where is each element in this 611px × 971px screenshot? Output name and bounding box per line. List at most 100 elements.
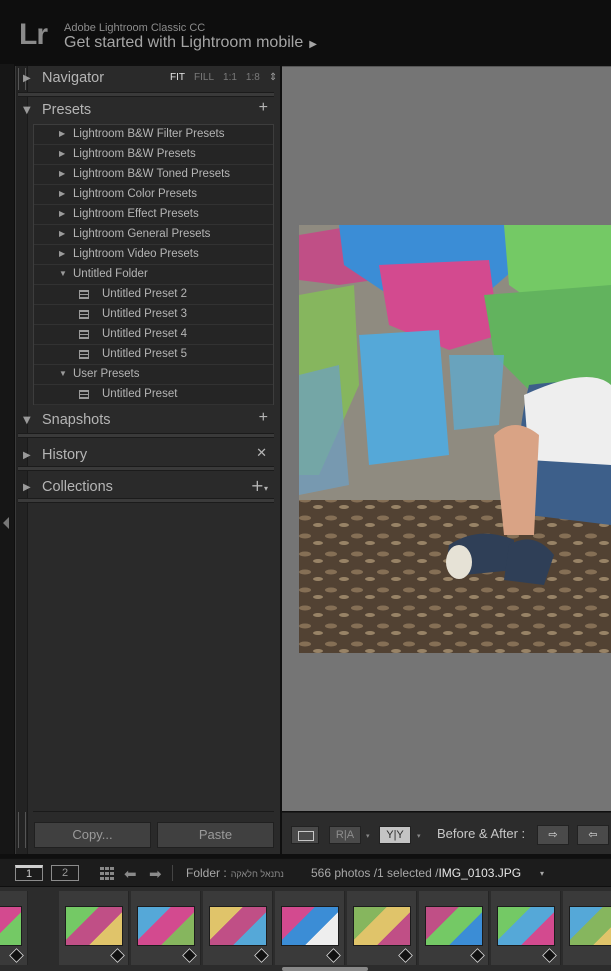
collapse-arrow-icon[interactable]: ▼ — [59, 369, 67, 378]
preset-item-label[interactable]: Untitled Preset 2 — [102, 288, 187, 300]
collapse-arrow-icon[interactable]: ▼ — [23, 415, 31, 426]
thumbnail-image[interactable] — [425, 906, 483, 946]
thumbnail-image[interactable] — [209, 906, 267, 946]
preset-item[interactable]: Untitled Preset — [34, 385, 273, 405]
expand-arrow-icon[interactable]: ▶ — [23, 450, 31, 461]
add-preset-icon[interactable]: + — [259, 99, 268, 117]
filmstrip-thumbnail[interactable] — [347, 891, 417, 965]
preset-folder[interactable]: ▶ Lightroom Effect Presets — [34, 205, 273, 225]
collapse-arrow-icon[interactable]: ▼ — [59, 269, 67, 278]
expand-arrow-icon[interactable]: ▶ — [59, 149, 65, 158]
history-title[interactable]: History — [42, 447, 87, 463]
copy-settings-button[interactable]: Copy... — [34, 822, 151, 848]
add-collection-icon[interactable]: +▾ — [251, 476, 268, 495]
preset-folder-label[interactable]: Lightroom B&W Presets — [73, 148, 196, 160]
preset-item-label[interactable]: Untitled Preset 3 — [102, 308, 187, 320]
preset-folder-label[interactable]: Lightroom General Presets — [73, 228, 210, 240]
collapse-arrow-icon[interactable]: ▼ — [23, 105, 31, 116]
main-photo[interactable] — [299, 225, 611, 653]
expand-arrow-icon[interactable]: ▶ — [59, 229, 65, 238]
filmstrip-thumbnail[interactable] — [59, 891, 129, 965]
expand-arrow-icon[interactable]: ▶ — [23, 73, 31, 84]
filmstrip-thumbnail[interactable] — [0, 891, 28, 965]
folder-name[interactable]: נתנאל חלאקה — [231, 869, 284, 879]
preset-item-label[interactable]: Untitled Preset — [102, 388, 177, 400]
preset-item[interactable]: Untitled Preset 2 — [34, 285, 273, 305]
add-collection-glyph[interactable]: + — [251, 476, 264, 495]
expand-arrow-icon[interactable]: ▶ — [59, 189, 65, 198]
dropdown-icon[interactable]: ▾ — [540, 869, 544, 878]
get-started-text[interactable]: Get started with Lightroom mobile — [64, 34, 303, 51]
paste-settings-button[interactable]: Paste — [157, 822, 274, 848]
filmstrip-thumbnail[interactable] — [203, 891, 273, 965]
expand-arrow-icon[interactable]: ▶ — [59, 129, 65, 138]
forward-arrow-icon[interactable]: ➡ — [149, 865, 162, 883]
preset-item[interactable]: Untitled Preset 3 — [34, 305, 273, 325]
back-arrow-icon[interactable]: ⬅ — [124, 865, 137, 883]
play-arrow-icon[interactable]: ▶ — [309, 39, 317, 50]
get-started-link[interactable]: Get started with Lightroom mobile ▶ — [64, 34, 317, 52]
preset-folder[interactable]: ▶ Lightroom B&W Toned Presets — [34, 165, 273, 185]
preset-folder[interactable]: ▶ Lightroom B&W Filter Presets — [34, 125, 273, 145]
filmstrip-thumbnail[interactable] — [491, 891, 561, 965]
preset-item[interactable]: Untitled Preset 4 — [34, 325, 273, 345]
expand-arrow-icon[interactable]: ▶ — [23, 482, 31, 493]
zoom-1-8[interactable]: 1:8 — [246, 72, 260, 83]
filmstrip-thumbnail[interactable] — [563, 891, 611, 965]
left-panel-edge[interactable] — [0, 64, 14, 854]
preset-folder[interactable]: ▶ Lightroom Color Presets — [34, 185, 273, 205]
copy-after-to-before-button[interactable]: ⇦ — [577, 825, 609, 845]
clear-history-icon[interactable]: ✕ — [256, 446, 267, 461]
navigator-header[interactable]: ▶ Navigator FIT FILL 1:1 1:8 ⇕ — [18, 66, 277, 92]
thumbnail-image[interactable] — [569, 906, 611, 946]
before-after-left-right-button[interactable]: R|A — [329, 826, 361, 844]
expand-arrow-icon[interactable]: ▶ — [59, 249, 65, 258]
thumbnail-image[interactable] — [281, 906, 339, 946]
secondary-monitor-button[interactable]: 2 — [51, 865, 79, 881]
source-folder-label[interactable]: Folder : נתנאל חלאקה — [186, 866, 284, 880]
filmstrip-thumbnail[interactable] — [131, 891, 201, 965]
filmstrip-thumbnail[interactable] — [419, 891, 489, 965]
dropdown-icon[interactable]: ▾ — [417, 832, 421, 840]
preset-folder[interactable]: ▼ User Presets — [34, 365, 273, 385]
navigator-title[interactable]: Navigator — [42, 70, 104, 86]
dropdown-icon[interactable]: ▾ — [264, 484, 268, 493]
expand-arrow-icon[interactable]: ▶ — [59, 169, 65, 178]
filmstrip-thumbnail[interactable] — [275, 891, 345, 965]
zoom-fill[interactable]: FILL — [194, 72, 214, 83]
selected-filename[interactable]: IMG_0103.JPG — [438, 866, 521, 880]
thumbnail-image[interactable] — [137, 906, 195, 946]
loupe-view-button[interactable] — [291, 826, 319, 844]
preset-folder-label[interactable]: User Presets — [73, 368, 139, 380]
thumbnail-image[interactable] — [497, 906, 555, 946]
preset-folder-label[interactable]: Lightroom Effect Presets — [73, 208, 199, 220]
filmstrip-scrollbar[interactable] — [282, 967, 368, 971]
before-after-split-button[interactable]: Y|Y — [379, 826, 411, 844]
preset-folder[interactable]: ▶ Lightroom General Presets — [34, 225, 273, 245]
expand-arrow-icon[interactable]: ▶ — [59, 209, 65, 218]
zoom-spinner-icon[interactable]: ⇕ — [269, 72, 277, 83]
preset-folder[interactable]: ▼ Untitled Folder — [34, 265, 273, 285]
snapshots-title[interactable]: Snapshots — [42, 412, 111, 428]
zoom-1-1[interactable]: 1:1 — [223, 72, 237, 83]
presets-header[interactable]: ▼ Presets + — [18, 98, 274, 124]
copy-before-to-after-button[interactable]: ⇨ — [537, 825, 569, 845]
snapshots-header[interactable]: ▼ Snapshots + — [18, 408, 274, 434]
preset-folder-label[interactable]: Lightroom Color Presets — [73, 188, 197, 200]
preset-folder[interactable]: ▶ Lightroom Video Presets — [34, 245, 273, 265]
thumbnail-image[interactable] — [0, 906, 22, 946]
preset-folder-label[interactable]: Lightroom Video Presets — [73, 248, 199, 260]
preset-item-label[interactable]: Untitled Preset 5 — [102, 348, 187, 360]
preset-folder[interactable]: ▶ Lightroom B&W Presets — [34, 145, 273, 165]
presets-title[interactable]: Presets — [42, 102, 91, 118]
preset-folder-label[interactable]: Lightroom B&W Filter Presets — [73, 128, 224, 140]
preset-item[interactable]: Untitled Preset 5 — [34, 345, 273, 365]
preset-folder-label[interactable]: Untitled Folder — [73, 268, 148, 280]
collapse-left-arrow-icon[interactable] — [3, 517, 9, 529]
primary-monitor-button[interactable]: 1 — [15, 865, 43, 881]
zoom-fit[interactable]: FIT — [170, 72, 185, 83]
preset-folder-label[interactable]: Lightroom B&W Toned Presets — [73, 168, 230, 180]
grid-view-icon[interactable] — [100, 867, 115, 880]
collections-title[interactable]: Collections — [42, 479, 113, 495]
thumbnail-image[interactable] — [353, 906, 411, 946]
